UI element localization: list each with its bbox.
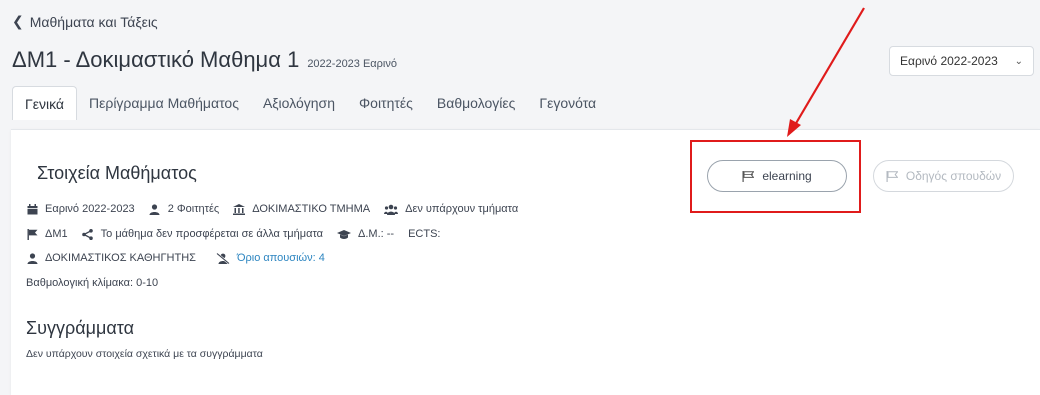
course-shared: Το μάθημα δεν προσφέρεται σε άλλα τμήματ… [100,228,323,240]
books-title: Συγγράμματα [26,318,135,338]
share-icon [82,228,94,240]
back-link-label: Μαθήματα και Τάξεις [29,13,158,30]
elearning-button-label: elearning [762,169,812,183]
page-header: ΔΜ1 - Δοκιμαστικό Μαθημα 1 2022-2023 Εαρ… [12,47,397,73]
course-dm: Δ.Μ.: -- [358,228,395,240]
user-icon [149,203,161,215]
term-select-value: Εαρινό 2022-2023 [900,54,998,68]
course-department: ΔΟΚΙΜΑΣΤΙΚΟ ΤΜΗΜΑ [252,203,371,215]
user-slash-icon [216,252,230,264]
course-period: Εαρινό 2022-2023 [45,203,135,215]
calendar-icon [26,203,38,215]
tab-assessment[interactable]: Αξιολόγηση [251,86,347,120]
users-icon [384,203,399,215]
flag-icon [26,228,38,240]
elearning-button[interactable]: elearning [707,160,847,192]
tab-students[interactable]: Φοιτητές [347,86,425,120]
grade-scale: Βαθμολογική κλίμακα: 0-10 [26,277,159,289]
tab-bar: Γενικά Περίγραμμα Μαθήματος Αξιολόγηση Φ… [12,86,608,120]
building-icon [233,203,246,215]
info-line-1: Εαρινό 2022-2023 2 Φοιτητές ΔΟΚΙΜΑΣΤΙΚΟ … [26,203,518,215]
course-students: 2 Φοιτητές [167,203,220,215]
course-groups: Δεν υπάρχουν τμήματα [405,203,519,215]
books-empty: Δεν υπάρχουν στοιχεία σχετικά με τα συγγ… [26,348,263,360]
tab-grades[interactable]: Βαθμολογίες [425,86,527,120]
graduation-cap-icon [337,228,351,240]
course-info-title: Στοιχεία Μαθήματος [37,163,197,183]
study-guide-button[interactable]: Οδηγός σπουδών [873,160,1014,192]
books-empty-text: Δεν υπάρχουν στοιχεία σχετικά με τα συγγ… [26,348,263,360]
tab-events[interactable]: Γεγονότα [527,86,608,120]
flag-icon [886,170,898,182]
chevron-left-icon: ❮ [12,13,24,29]
chevron-down-icon: ⌄ [1014,55,1023,67]
page-title: ΔΜ1 - Δοκιμαστικό Μαθημα 1 [12,47,300,72]
page-subtitle: 2022-2023 Εαρινό [307,58,397,70]
flag-icon [742,170,755,182]
user-icon [26,252,38,264]
tab-general[interactable]: Γενικά [12,86,77,120]
tab-outline[interactable]: Περίγραμμα Μαθήματος [77,86,251,120]
course-instructor: ΔΟΚΙΜΑΣΤΙΚΟΣ ΚΑΘΗΓΗΤΗΣ [45,252,196,264]
study-guide-button-label: Οδηγός σπουδών [905,169,1002,183]
course-ects: ECTS: [408,228,441,240]
info-line-2: ΔΜ1 Το μάθημα δεν προσφέρεται σε άλλα τμ… [26,228,440,240]
info-line-3: ΔΟΚΙΜΑΣΤΙΚΟΣ ΚΑΘΗΓΗΤΗΣ Όριο απουσιών: 4 [26,252,325,264]
course-code: ΔΜ1 [45,228,68,240]
back-link[interactable]: ❮ Μαθήματα και Τάξεις [12,13,158,30]
term-select[interactable]: Εαρινό 2022-2023 ⌄ [889,46,1034,76]
info-line-4: Βαθμολογική κλίμακα: 0-10 [26,277,158,289]
absence-limit-link[interactable]: Όριο απουσιών: 4 [237,252,325,264]
